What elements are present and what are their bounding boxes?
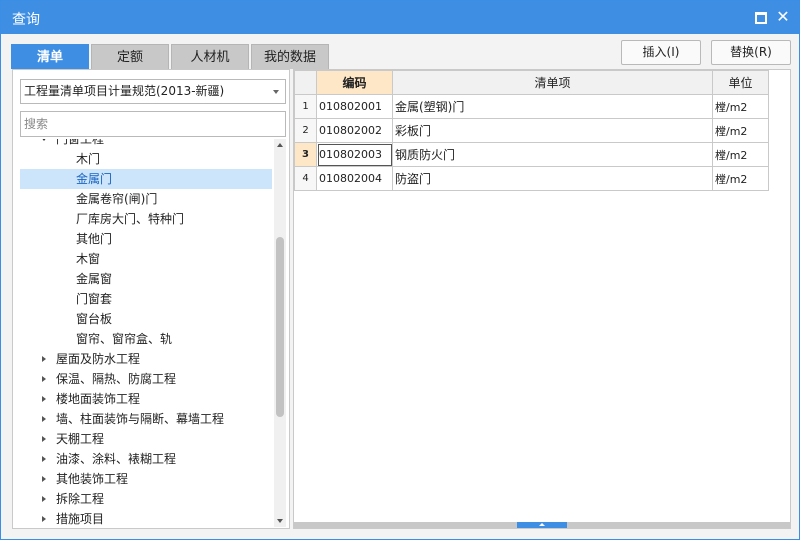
scroll-up-icon[interactable] — [277, 143, 283, 147]
expand-arrow-icon[interactable] — [42, 356, 46, 362]
row-number: 3 — [294, 142, 317, 167]
tree-item-rolling-door[interactable]: 金属卷帘(闸)门 — [20, 189, 272, 209]
expand-arrow-icon[interactable] — [42, 496, 46, 502]
item-cell[interactable]: 彩板门 — [392, 118, 713, 143]
spec-select[interactable]: 工程量清单项目计量规范(2013-新疆) — [20, 79, 286, 104]
query-window: 查询 ✕ 清单 定额 人材机 我的数据 插入(I) 替换(R) 工程量清单项目计… — [0, 0, 800, 540]
tab-labor-material-machine[interactable]: 人材机 — [171, 44, 249, 69]
expand-arrow-icon[interactable] — [42, 416, 46, 422]
tree-item-insulation[interactable]: 保温、隔热、防腐工程 — [20, 369, 272, 389]
code-cell[interactable]: 010802004 — [316, 166, 393, 191]
collapse-grip-icon[interactable] — [517, 522, 567, 528]
row-number-header — [294, 70, 317, 95]
tree-item-metal-door[interactable]: 金属门 — [20, 169, 272, 189]
table-row[interactable]: 1 010802001 金属(塑钢)门 樘/m2 — [294, 94, 769, 119]
tree-item-wood-door[interactable]: 木门 — [20, 149, 272, 169]
scroll-thumb[interactable] — [276, 237, 284, 417]
chevron-down-icon — [273, 90, 279, 94]
tree-item-door-window-trim[interactable]: 门窗套 — [20, 289, 272, 309]
unit-cell[interactable]: 樘/m2 — [712, 142, 769, 167]
tree-item-demolition[interactable]: 拆除工程 — [20, 489, 272, 509]
tree-item-window-sill[interactable]: 窗台板 — [20, 309, 272, 329]
expand-arrow-icon[interactable] — [42, 376, 46, 382]
window-title: 查询 — [12, 12, 40, 28]
tree-item-roofing[interactable]: 屋面及防水工程 — [20, 349, 272, 369]
expand-arrow-icon[interactable] — [41, 139, 47, 141]
tree-item-other-door[interactable]: 其他门 — [20, 229, 272, 249]
unit-cell[interactable]: 樘/m2 — [712, 166, 769, 191]
replace-button[interactable]: 替换(R) — [711, 40, 791, 65]
row-number: 4 — [294, 166, 317, 191]
table-row[interactable]: 3 010802003 钢质防火门 樘/m2 — [294, 142, 769, 167]
unit-cell[interactable]: 樘/m2 — [712, 94, 769, 119]
tree-scrollbar[interactable] — [274, 139, 286, 527]
code-column-header[interactable]: 编码 — [316, 70, 393, 95]
unit-cell[interactable]: 樘/m2 — [712, 118, 769, 143]
spec-select-value: 工程量清单项目计量规范(2013-新疆) — [24, 84, 225, 98]
unit-column-header[interactable]: 单位 — [712, 70, 769, 95]
expand-arrow-icon[interactable] — [42, 516, 46, 522]
tree-item-paint[interactable]: 油漆、涂料、裱糊工程 — [20, 449, 272, 469]
tab-my-data[interactable]: 我的数据 — [251, 44, 329, 69]
tree-item-wall-finish[interactable]: 墙、柱面装饰与隔断、幕墙工程 — [20, 409, 272, 429]
tab-bill[interactable]: 清单 — [11, 44, 89, 69]
category-panel: 工程量清单项目计量规范(2013-新疆) 门窗工程 木门 金属门 金属卷帘(闸)… — [12, 69, 290, 529]
expand-arrow-icon[interactable] — [42, 396, 46, 402]
table-row[interactable]: 4 010802004 防盗门 樘/m2 — [294, 166, 769, 191]
close-icon[interactable]: ✕ — [776, 9, 790, 25]
expand-arrow-icon[interactable] — [42, 456, 46, 462]
tree-item-warehouse-door[interactable]: 厂库房大门、特种门 — [20, 209, 272, 229]
tree-item-measures[interactable]: 措施项目 — [20, 509, 272, 527]
tab-quota[interactable]: 定额 — [91, 44, 169, 69]
item-cell[interactable]: 金属(塑钢)门 — [392, 94, 713, 119]
bill-items-grid-panel: 编码 清单项 单位 1 010802001 金属(塑钢)门 樘/m2 2 010… — [293, 69, 791, 529]
code-cell[interactable]: 010802001 — [316, 94, 393, 119]
item-cell[interactable]: 防盗门 — [392, 166, 713, 191]
bill-items-table: 编码 清单项 单位 1 010802001 金属(塑钢)门 樘/m2 2 010… — [294, 70, 769, 191]
maximize-icon[interactable] — [753, 10, 767, 24]
panel-splitter[interactable] — [294, 522, 790, 528]
tree-item-ceiling[interactable]: 天棚工程 — [20, 429, 272, 449]
row-number: 2 — [294, 118, 317, 143]
item-cell[interactable]: 钢质防火门 — [392, 142, 713, 167]
tree-item-other-finish[interactable]: 其他装饰工程 — [20, 469, 272, 489]
table-header-row: 编码 清单项 单位 — [294, 70, 769, 95]
tree-item-metal-window[interactable]: 金属窗 — [20, 269, 272, 289]
code-cell[interactable]: 010802003 — [316, 142, 393, 167]
code-cell[interactable]: 010802002 — [316, 118, 393, 143]
row-number: 1 — [294, 94, 317, 119]
expand-arrow-icon[interactable] — [42, 476, 46, 482]
tree-item-wood-window[interactable]: 木窗 — [20, 249, 272, 269]
table-row[interactable]: 2 010802002 彩板门 樘/m2 — [294, 118, 769, 143]
item-column-header[interactable]: 清单项 — [392, 70, 713, 95]
tree-item-doors-windows[interactable]: 门窗工程 — [20, 139, 272, 149]
expand-arrow-icon[interactable] — [42, 436, 46, 442]
category-tree: 门窗工程 木门 金属门 金属卷帘(闸)门 厂库房大门、特种门 其他门 木窗 金属… — [20, 139, 272, 527]
title-bar[interactable]: 查询 ✕ — [1, 1, 799, 34]
search-input[interactable] — [20, 111, 286, 137]
scroll-down-icon[interactable] — [277, 519, 283, 523]
insert-button[interactable]: 插入(I) — [621, 40, 701, 65]
tree-item-curtain[interactable]: 窗帘、窗帘盒、轨 — [20, 329, 272, 349]
tree-item-floor-finish[interactable]: 楼地面装饰工程 — [20, 389, 272, 409]
